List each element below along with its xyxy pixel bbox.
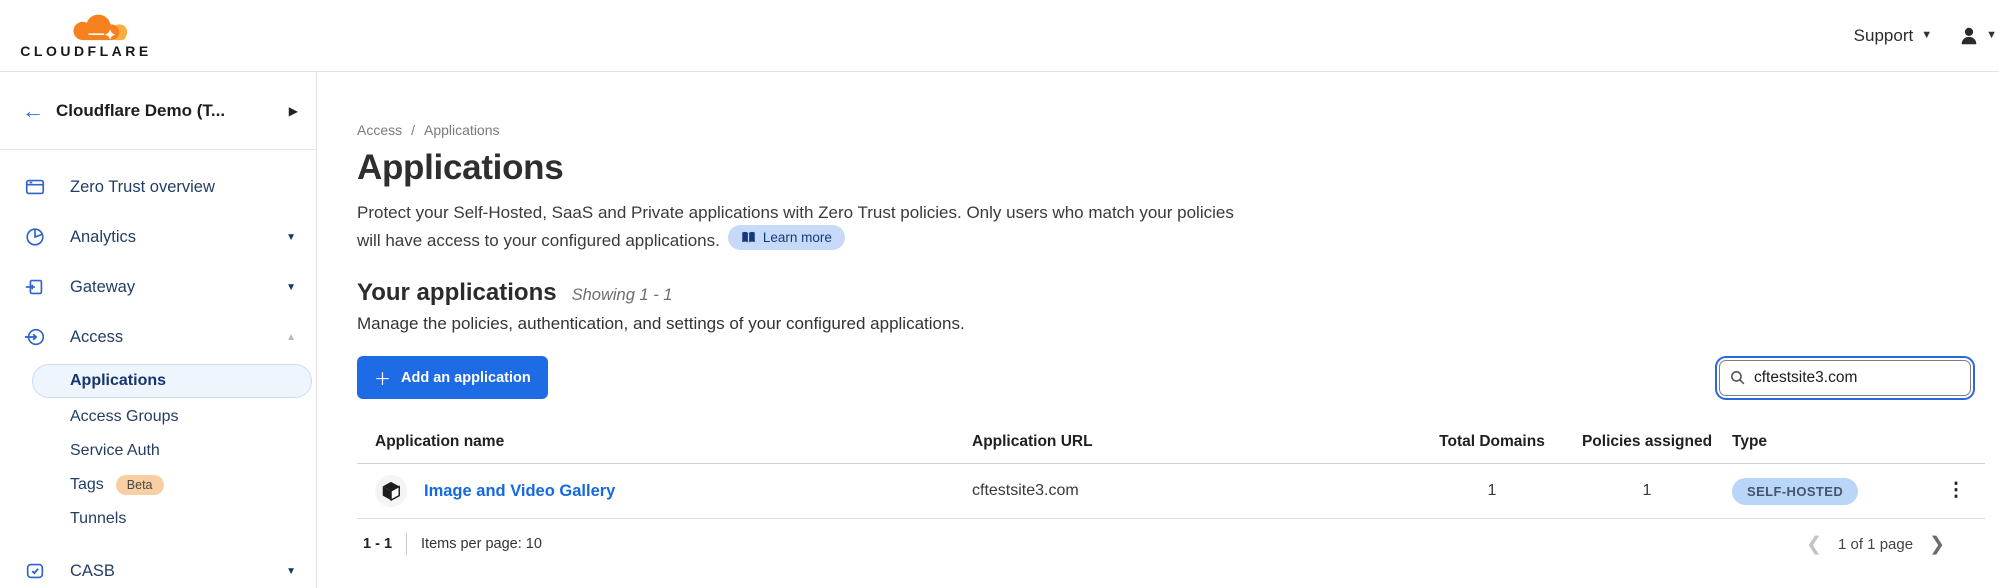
sidebar-item-applications[interactable]: Applications <box>32 364 312 398</box>
cloudflare-wordmark: CLOUDFLARE <box>20 43 151 59</box>
login-arrow-icon <box>24 326 46 348</box>
breadcrumb-access[interactable]: Access <box>357 122 402 138</box>
chevron-down-icon: ▼ <box>286 232 296 243</box>
learn-more-label: Learn more <box>763 228 832 247</box>
application-name-link[interactable]: Image and Video Gallery <box>424 482 615 501</box>
top-bar: CLOUDFLARE Support ▼ ▼ <box>0 0 1999 72</box>
sidebar-item-access[interactable]: Access ▲ <box>0 312 316 362</box>
next-page-icon[interactable]: ❯ <box>1929 535 1945 554</box>
sidebar-item-service-auth[interactable]: Service Auth <box>0 434 316 468</box>
section-heading: Your applications <box>357 279 557 307</box>
expand-right-icon[interactable]: ▶ <box>281 100 306 122</box>
pie-chart-icon <box>24 226 46 248</box>
sidebar-item-label: Access Groups <box>70 408 178 426</box>
book-icon <box>741 231 756 244</box>
chevron-down-icon: ▼ <box>1986 30 1997 41</box>
total-domains-cell: 1 <box>1422 464 1562 519</box>
sidebar-item-label: Applications <box>70 372 166 390</box>
chevron-up-icon: ▲ <box>286 332 296 343</box>
items-per-page[interactable]: Items per page: 10 <box>421 536 542 552</box>
cube-icon <box>380 480 402 502</box>
search-icon <box>1729 369 1746 386</box>
cloudflare-logo[interactable]: CLOUDFLARE <box>16 12 156 59</box>
type-badge: SELF-HOSTED <box>1732 478 1858 505</box>
items-range: 1 - 1 <box>363 536 392 552</box>
sidebar-item-label: Analytics <box>70 228 286 247</box>
section-description: Manage the policies, authentication, and… <box>357 314 1985 334</box>
sidebar-item-label: Tunnels <box>70 510 126 528</box>
support-menu[interactable]: Support ▼ <box>1854 26 1932 46</box>
account-name: Cloudflare Demo (T... <box>56 101 281 121</box>
sidebar-item-label: Service Auth <box>70 442 160 460</box>
column-total-domains: Total Domains <box>1422 423 1562 464</box>
access-subnav: Applications Access Groups Service Auth … <box>0 364 316 536</box>
sidebar-item-label: CASB <box>70 562 286 581</box>
main-content: Access / Applications Applications Prote… <box>317 72 1999 588</box>
browser-window-icon <box>24 176 46 198</box>
applications-table: Application name Application URL Total D… <box>357 423 1985 519</box>
sidebar-item-access-groups[interactable]: Access Groups <box>0 400 316 434</box>
breadcrumb: Access / Applications <box>357 72 1985 138</box>
previous-page-icon[interactable]: ❮ <box>1806 535 1822 554</box>
policies-assigned-cell: 1 <box>1562 464 1732 519</box>
user-menu[interactable]: ▼ <box>1958 25 1997 47</box>
applications-toolbar: ＋ Add an application <box>357 356 1985 399</box>
back-arrow-icon[interactable]: ← <box>22 100 56 122</box>
sidebar-account-header: ← Cloudflare Demo (T... ▶ <box>0 72 316 150</box>
sidebar-item-analytics[interactable]: Analytics ▼ <box>0 212 316 262</box>
add-application-label: Add an application <box>401 370 531 386</box>
breadcrumb-applications[interactable]: Applications <box>424 122 500 138</box>
chevron-down-icon: ▼ <box>1921 30 1932 41</box>
page-status: 1 of 1 page <box>1838 536 1913 553</box>
sidebar-item-label: Access <box>70 328 286 347</box>
sidebar-item-casb[interactable]: CASB ▼ <box>0 546 316 588</box>
breadcrumb-separator: / <box>411 122 415 138</box>
column-actions <box>1927 423 1985 464</box>
sidebar-nav: Zero Trust overview Analytics ▼ Gateway … <box>0 150 316 588</box>
gateway-icon <box>24 276 46 298</box>
search-input[interactable] <box>1719 360 1971 396</box>
support-label: Support <box>1854 26 1914 46</box>
column-application-name: Application name <box>357 423 972 464</box>
footer-divider <box>406 533 407 555</box>
table-header-row: Application name Application URL Total D… <box>357 423 1985 464</box>
showing-count: Showing 1 - 1 <box>572 286 673 305</box>
sidebar-item-tags[interactable]: Tags Beta <box>0 468 316 502</box>
column-policies-assigned: Policies assigned <box>1562 423 1732 464</box>
sidebar-item-label: Gateway <box>70 278 286 297</box>
search-container <box>1719 360 1971 396</box>
learn-more-button[interactable]: Learn more <box>728 225 845 250</box>
application-url-cell: cftestsite3.com <box>972 464 1422 519</box>
table-footer: 1 - 1 Items per page: 10 ❮ 1 of 1 page ❯ <box>357 519 1985 555</box>
sidebar-item-label: Tags <box>70 476 104 494</box>
column-type: Type <box>1732 423 1927 464</box>
row-actions-menu[interactable]: ⋮ <box>1927 486 1985 496</box>
sidebar-item-label: Zero Trust overview <box>70 178 296 197</box>
application-avatar <box>375 475 407 507</box>
chevron-down-icon: ▼ <box>286 282 296 293</box>
page-description: Protect your Self-Hosted, SaaS and Priva… <box>357 201 1262 253</box>
chevron-down-icon: ▼ <box>286 566 296 577</box>
user-icon <box>1958 25 1980 47</box>
cloudflare-cloud-icon <box>63 12 135 42</box>
sidebar-item-zero-trust-overview[interactable]: Zero Trust overview <box>0 162 316 212</box>
sidebar-item-gateway[interactable]: Gateway ▼ <box>0 262 316 312</box>
sidebar-item-tunnels[interactable]: Tunnels <box>0 502 316 536</box>
add-application-button[interactable]: ＋ Add an application <box>357 356 548 399</box>
plus-icon: ＋ <box>374 365 391 390</box>
beta-badge: Beta <box>116 475 164 495</box>
page-title: Applications <box>357 148 1985 188</box>
table-row: Image and Video Gallery cftestsite3.com … <box>357 464 1985 519</box>
column-application-url: Application URL <box>972 423 1422 464</box>
shield-check-icon <box>24 560 46 582</box>
sidebar: ← Cloudflare Demo (T... ▶ Zero Trust ove… <box>0 72 317 588</box>
